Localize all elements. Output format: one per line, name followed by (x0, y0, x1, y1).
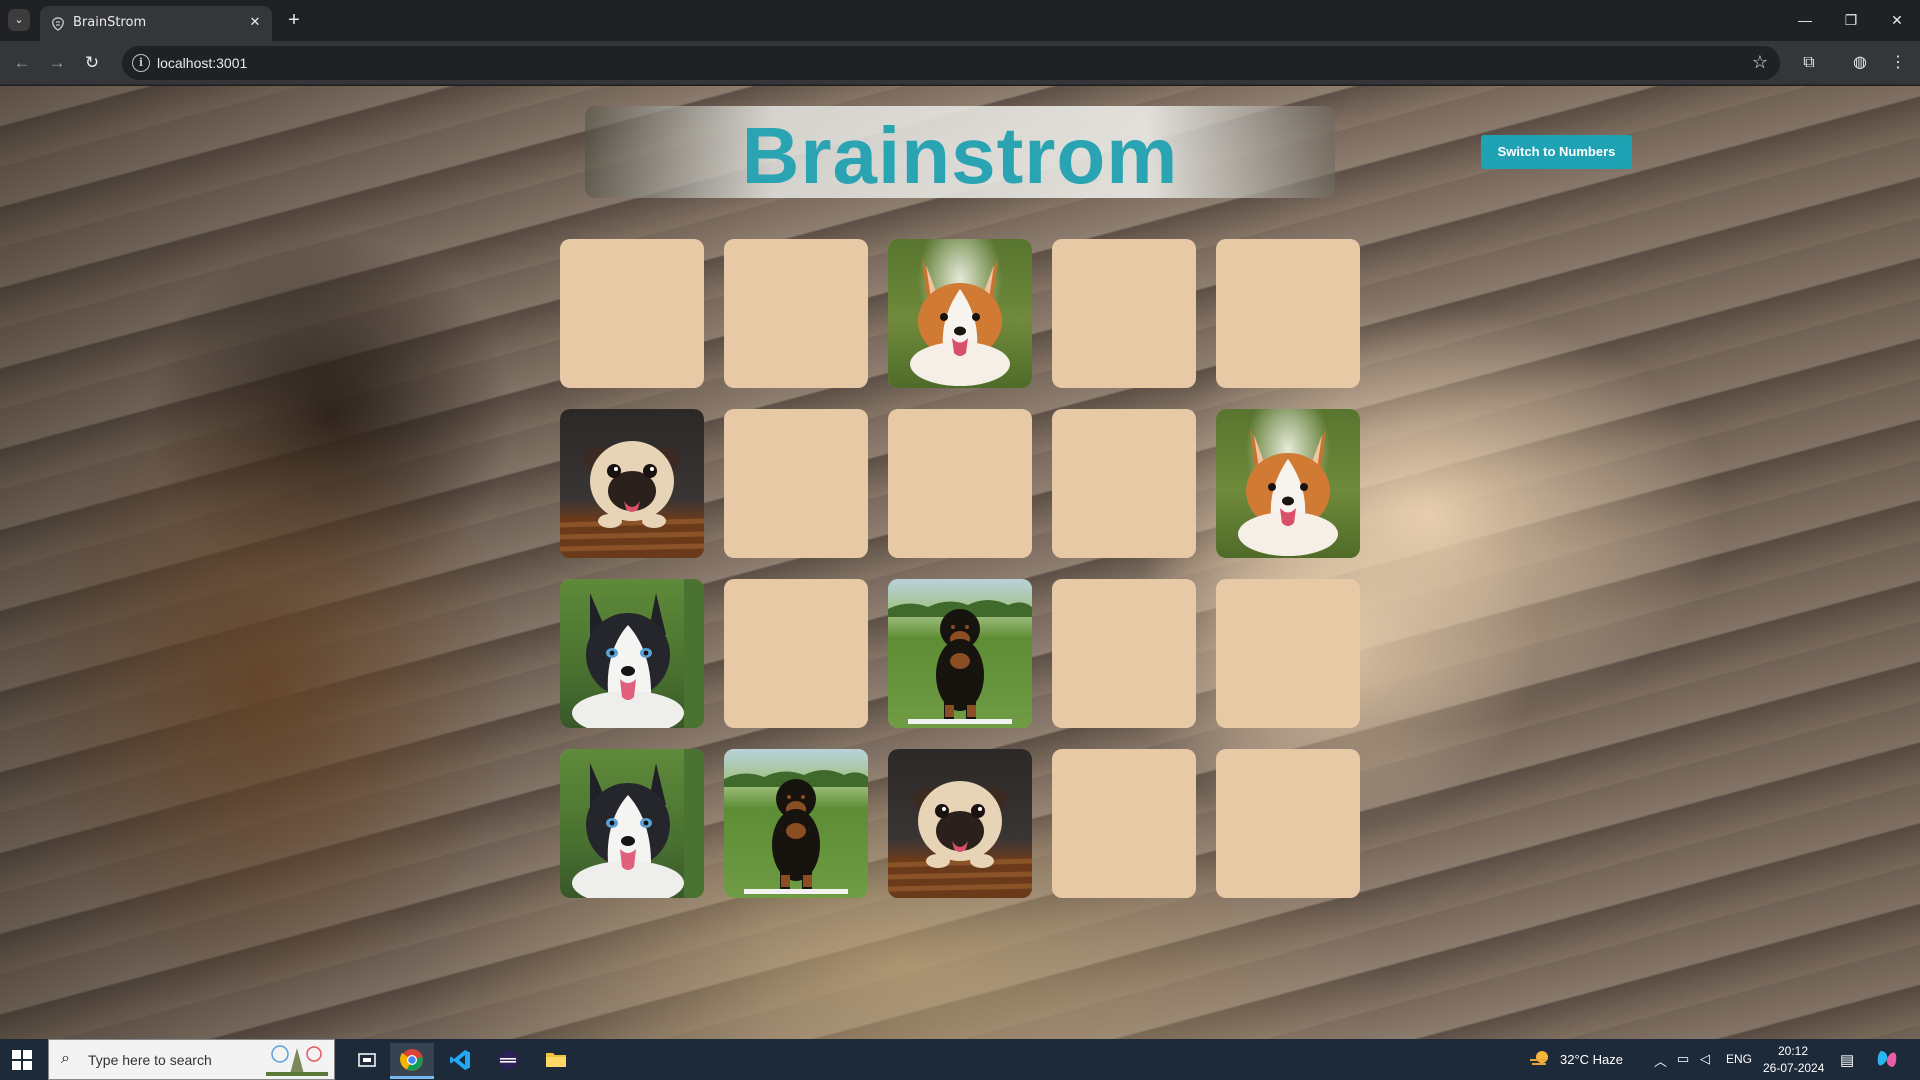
weather-text[interactable]: 32°C Haze (1560, 1052, 1623, 1067)
page-title: Brainstrom (741, 111, 1179, 200)
memory-card-revealed[interactable] (1216, 409, 1360, 558)
memory-card-hidden[interactable] (1216, 749, 1360, 898)
new-tab-button[interactable]: + (283, 9, 305, 31)
pug-image (888, 749, 1032, 898)
memory-card-revealed[interactable] (560, 579, 704, 728)
corgi-image (888, 239, 1032, 388)
tab-close-icon[interactable]: ✕ (246, 13, 264, 31)
address-url[interactable]: localhost:3001 (157, 55, 247, 71)
memory-card-hidden[interactable] (1216, 239, 1360, 388)
task-view-icon[interactable] (345, 1043, 389, 1079)
clock-date[interactable]: 26-07-2024 (1763, 1061, 1824, 1075)
minimize-icon[interactable]: — (1790, 8, 1820, 32)
memory-card-revealed[interactable] (888, 749, 1032, 898)
memory-card-hidden[interactable] (724, 409, 868, 558)
forward-arrow-icon[interactable]: → (45, 51, 69, 75)
browser-tabstrip: ⌄ BrainStrom ✕ + — ❐ ✕ (0, 0, 1920, 41)
memory-card-hidden[interactable] (1052, 239, 1196, 388)
husky-image (560, 749, 704, 898)
volume-icon[interactable]: ◁ (1700, 1051, 1710, 1067)
site-info-icon[interactable]: i (132, 54, 150, 72)
search-highlight-illustration-icon (266, 1045, 328, 1076)
show-hidden-icons-chevron-icon[interactable]: ︿ (1654, 1051, 1667, 1070)
file-explorer-taskbar-icon[interactable] (534, 1043, 578, 1079)
memory-card-revealed[interactable] (560, 409, 704, 558)
copilot-icon[interactable] (1876, 1048, 1898, 1070)
language-indicator[interactable]: ENG (1726, 1052, 1752, 1066)
pug-image (560, 409, 704, 558)
taskbar-search[interactable]: ⌕ Type here to search (48, 1039, 335, 1080)
memory-card-revealed[interactable] (724, 749, 868, 898)
memory-card-hidden[interactable] (888, 409, 1032, 558)
reload-icon[interactable]: ↻ (80, 51, 104, 75)
clock-time[interactable]: 20:12 (1778, 1044, 1808, 1058)
extensions-icon[interactable]: ⧉ (1797, 51, 1821, 75)
close-window-icon[interactable]: ✕ (1882, 8, 1912, 32)
notifications-icon[interactable]: ▤ (1840, 1051, 1854, 1069)
site-favicon-icon (52, 17, 64, 31)
memory-card-revealed[interactable] (560, 749, 704, 898)
memory-card-hidden[interactable] (1052, 749, 1196, 898)
windows-start-icon[interactable] (12, 1050, 32, 1070)
tab-search-menu-button[interactable]: ⌄ (8, 9, 30, 31)
memory-card-hidden[interactable] (1052, 409, 1196, 558)
network-icon[interactable]: ▭ (1677, 1051, 1689, 1067)
address-bar[interactable]: i localhost:3001 ☆ (122, 46, 1780, 80)
back-arrow-icon[interactable]: ← (10, 51, 34, 75)
memory-card-hidden[interactable] (724, 239, 868, 388)
bookmark-star-icon[interactable]: ☆ (1752, 52, 1768, 73)
vscode-taskbar-icon[interactable] (438, 1043, 482, 1079)
memory-card-hidden[interactable] (1052, 579, 1196, 728)
browser-menu-icon[interactable]: ⋮ (1886, 51, 1910, 75)
card-grid (560, 239, 1360, 898)
taskbar: ⌕ Type here to search 32°C Haze ︿ ▭ ◁ EN… (0, 1039, 1920, 1080)
rottweiler-image (724, 749, 868, 898)
profile-avatar-icon[interactable]: ◍ (1848, 51, 1872, 75)
browser-toolbar: ← → ↻ i localhost:3001 ☆ ⧉ ◍ ⋮ (0, 41, 1920, 85)
weather-haze-icon (1530, 1051, 1548, 1065)
restore-icon[interactable]: ❐ (1836, 8, 1866, 32)
eclipse-taskbar-icon[interactable] (486, 1043, 530, 1079)
memory-card-revealed[interactable] (888, 239, 1032, 388)
search-icon: ⌕ (61, 1050, 70, 1067)
memory-card-hidden[interactable] (1216, 579, 1360, 728)
page-viewport: Brainstrom Switch to Numbers (0, 86, 1920, 1039)
browser-tab[interactable]: BrainStrom ✕ (40, 6, 272, 41)
title-banner: Brainstrom (585, 106, 1335, 200)
husky-image (560, 579, 704, 728)
tab-title: BrainStrom (73, 15, 147, 30)
memory-card-hidden[interactable] (560, 239, 704, 388)
memory-card-hidden[interactable] (724, 579, 868, 728)
corgi-image (1216, 409, 1360, 558)
search-placeholder[interactable]: Type here to search (88, 1052, 212, 1068)
chrome-taskbar-icon[interactable] (390, 1043, 434, 1079)
rottweiler-image (888, 579, 1032, 728)
switch-to-numbers-button[interactable]: Switch to Numbers (1481, 135, 1632, 169)
memory-card-revealed[interactable] (888, 579, 1032, 728)
